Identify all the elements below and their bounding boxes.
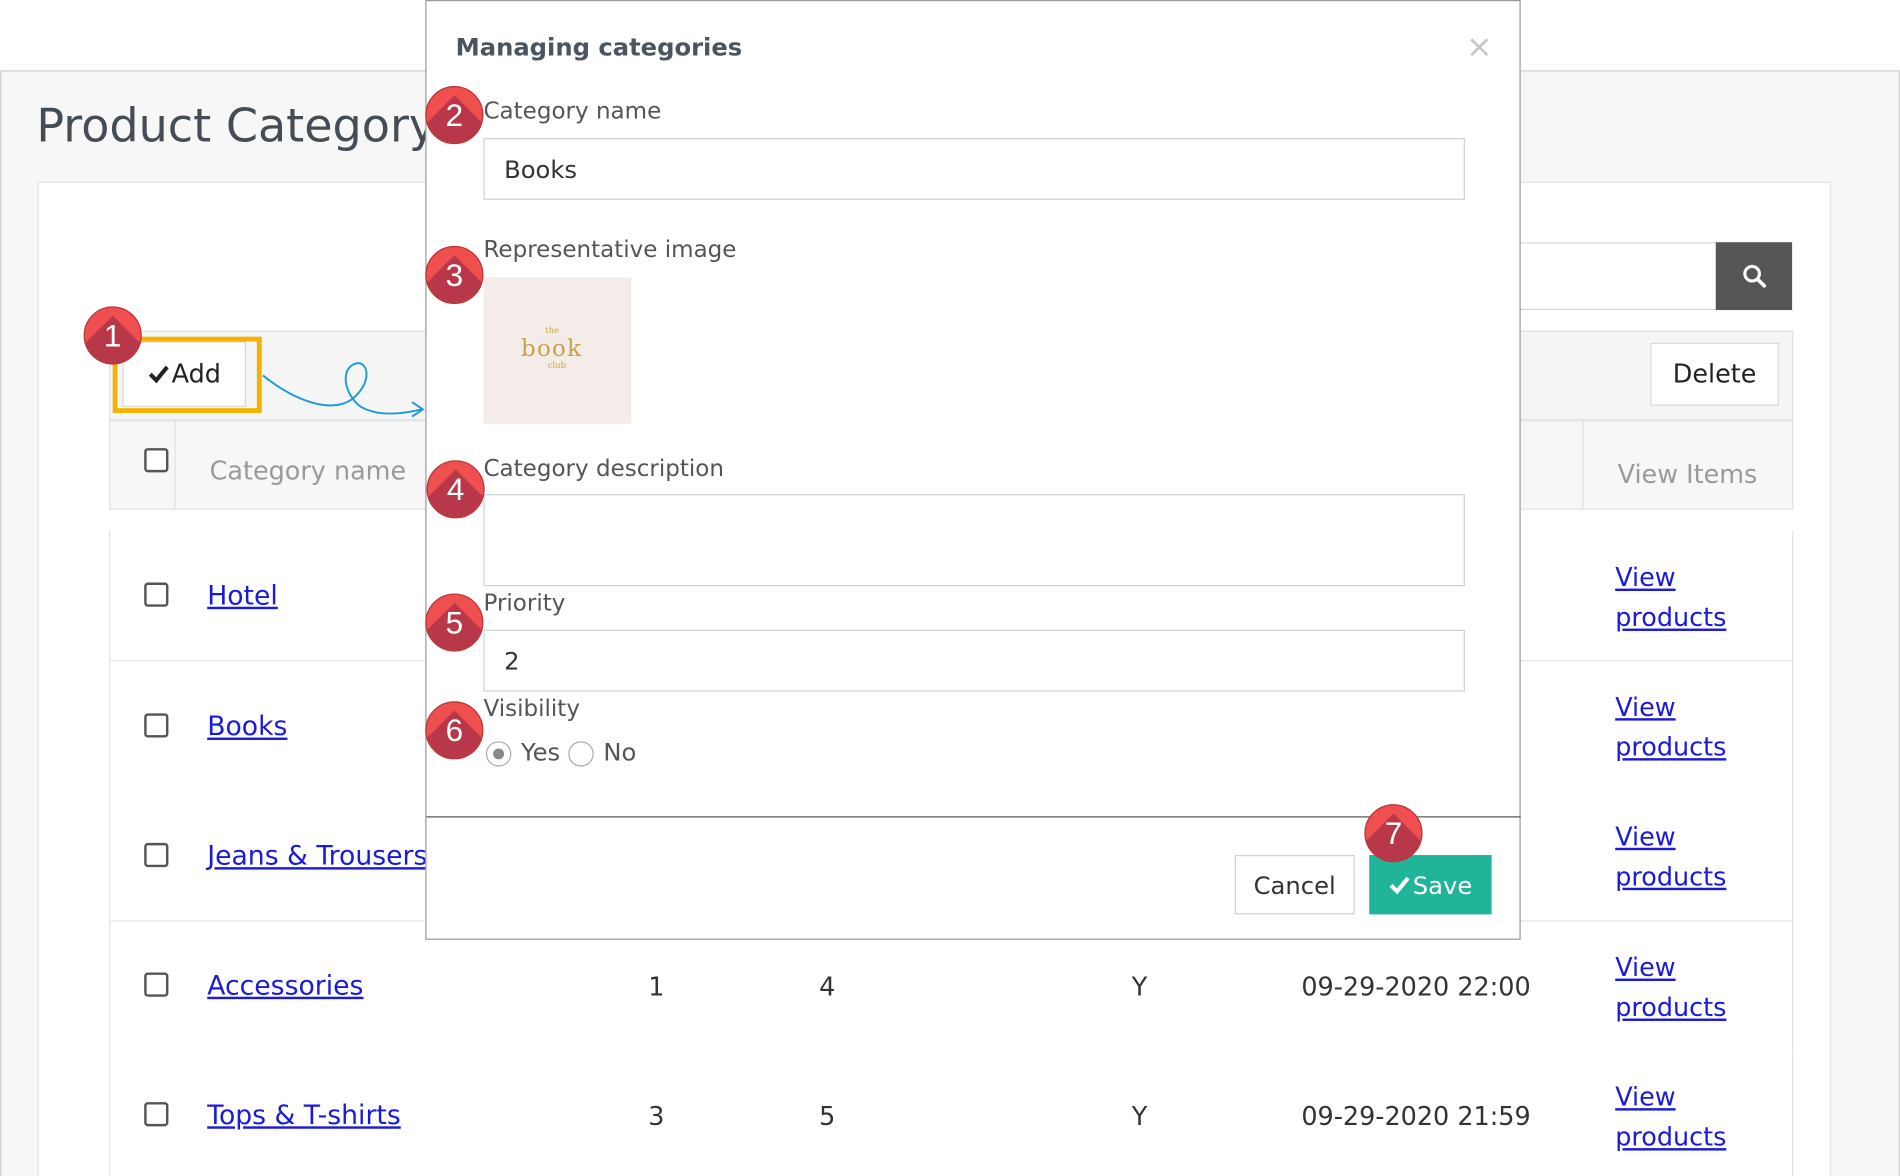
save-button[interactable]: Save <box>1369 855 1492 915</box>
view-link-line2: products <box>1615 1122 1727 1152</box>
table-cell-date: 09-29-2020 22:00 <box>1301 972 1531 1002</box>
category-name-input[interactable]: Books <box>483 138 1465 200</box>
table-cell-date: 09-29-2020 21:59 <box>1301 1102 1531 1132</box>
category-link[interactable]: Accessories <box>207 971 363 1001</box>
step-number: 7 <box>1384 814 1403 851</box>
visibility-yes-radio[interactable] <box>485 741 512 767</box>
row-checkbox[interactable] <box>144 972 169 997</box>
category-description-label: Category description <box>483 455 724 483</box>
logo-text-bottom: club <box>547 360 567 370</box>
view-link-line2: products <box>1615 603 1727 633</box>
table-cell: 5 <box>819 1102 836 1132</box>
view-link-line2: products <box>1615 993 1727 1023</box>
dialog-footer-divider <box>426 816 1521 818</box>
step-badge-7: 7 <box>1364 804 1423 863</box>
view-link-line2: products <box>1615 862 1727 892</box>
search-icon <box>1742 264 1766 288</box>
row-checkbox[interactable] <box>144 582 169 607</box>
row-checkbox[interactable] <box>144 1102 169 1127</box>
visibility-yes-label[interactable]: Yes <box>521 738 560 767</box>
view-link-line1: View <box>1615 563 1676 593</box>
logo-text-top: the <box>545 325 560 335</box>
visibility-no-radio[interactable] <box>568 741 594 767</box>
visibility-no-label[interactable]: No <box>603 738 636 767</box>
step-number: 2 <box>445 96 464 133</box>
priority-label: Priority <box>483 589 566 617</box>
table-cell: Y <box>1131 1102 1148 1132</box>
priority-input[interactable]: 2 <box>483 629 1465 692</box>
view-products-link[interactable]: View products <box>1615 817 1726 897</box>
table-cell: 1 <box>648 972 665 1002</box>
category-link[interactable]: Hotel <box>207 581 278 611</box>
step-number: 3 <box>445 256 464 293</box>
view-products-link[interactable]: View products <box>1615 688 1726 768</box>
category-description-textarea[interactable] <box>483 494 1465 587</box>
view-link-line1: View <box>1615 1082 1676 1112</box>
pointer-arrow <box>262 362 425 418</box>
step-badge-3: 3 <box>425 245 484 304</box>
logo-text-main: book <box>521 334 583 362</box>
step-number: 5 <box>445 603 464 641</box>
representative-image-label: Representative image <box>483 236 737 263</box>
delete-button-label: Delete <box>1672 359 1757 389</box>
view-link-line1: View <box>1615 822 1676 852</box>
cancel-button-label: Cancel <box>1253 870 1336 900</box>
select-all-checkbox[interactable] <box>144 448 169 473</box>
stage: Product Category Add Delete Category nam… <box>0 0 1900 1176</box>
view-link-line1: View <box>1615 953 1676 983</box>
step-badge-1: 1 <box>83 306 142 365</box>
category-link[interactable]: Books <box>207 712 287 742</box>
header-divider <box>174 420 176 510</box>
save-button-label: Save <box>1412 870 1473 900</box>
step-badge-4: 4 <box>426 460 485 519</box>
cancel-button[interactable]: Cancel <box>1234 855 1355 915</box>
table-cell: 3 <box>648 1102 665 1132</box>
search-input[interactable] <box>1502 242 1719 311</box>
step-badge-5: 5 <box>425 593 484 652</box>
representative-image[interactable]: the book club <box>483 277 632 424</box>
dialog-title: Managing categories <box>455 32 743 62</box>
delete-button[interactable]: Delete <box>1650 342 1779 406</box>
step-badge-2: 2 <box>425 85 484 145</box>
row-checkbox[interactable] <box>144 842 169 868</box>
checkmark-icon <box>1389 876 1410 894</box>
column-header-category-name[interactable]: Category name <box>210 457 406 486</box>
step-number: 6 <box>445 711 464 748</box>
category-name-label: Category name <box>483 98 662 125</box>
step-badge-6: 6 <box>425 701 484 760</box>
column-header-view-items: View Items <box>1617 460 1758 490</box>
screenshot-root: Product Category Add Delete Category nam… <box>0 0 1900 1176</box>
search-button[interactable] <box>1715 242 1793 311</box>
category-link[interactable]: Jeans & Trousers <box>207 842 427 872</box>
step-number: 4 <box>446 470 465 507</box>
page-title: Product Category <box>36 99 437 153</box>
step-number: 1 <box>103 316 122 354</box>
view-link-line1: View <box>1615 692 1676 722</box>
close-icon[interactable]: × <box>1466 29 1492 65</box>
row-checkbox[interactable] <box>144 713 169 738</box>
view-products-link[interactable]: View products <box>1615 558 1726 638</box>
view-products-link[interactable]: View products <box>1615 948 1726 1028</box>
view-products-link[interactable]: View products <box>1615 1078 1726 1158</box>
book-club-logo: the book club <box>521 325 594 370</box>
view-link-line2: products <box>1615 732 1727 762</box>
table-cell: 4 <box>819 972 836 1002</box>
header-divider <box>1582 420 1584 510</box>
table-cell: Y <box>1131 972 1148 1002</box>
visibility-label: Visibility <box>483 695 580 722</box>
category-link[interactable]: Tops & T-shirts <box>207 1101 401 1131</box>
